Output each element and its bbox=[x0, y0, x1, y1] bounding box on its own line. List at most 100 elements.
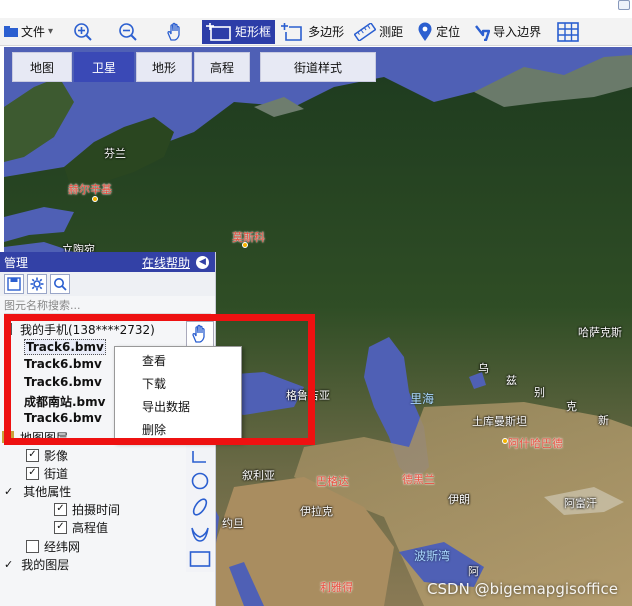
tree-graticule[interactable]: 经纬网 bbox=[26, 537, 80, 555]
rectangle-shape-icon bbox=[189, 551, 211, 567]
tree-my-layers[interactable]: ✓ 我的图层 bbox=[4, 555, 69, 573]
pan-hand-button[interactable] bbox=[186, 321, 214, 347]
corner-chip[interactable] bbox=[618, 0, 630, 10]
measure-distance-button[interactable]: 测距 bbox=[350, 20, 407, 44]
online-help-link[interactable]: 在线帮助 bbox=[142, 254, 190, 271]
label-kg-2: 克 bbox=[566, 400, 577, 413]
grid-button[interactable] bbox=[553, 20, 586, 44]
watermark: CSDN @bigemapgisoffice bbox=[427, 580, 618, 598]
gear-icon bbox=[30, 277, 44, 291]
tree-imagery[interactable]: ✓ 影像 bbox=[26, 446, 68, 464]
polygon-select-button[interactable]: 多边形 bbox=[277, 20, 348, 44]
menu-item-export-data[interactable]: 导出数据 bbox=[115, 395, 241, 418]
zoom-out-icon bbox=[118, 22, 138, 42]
my-layers-label: 我的图层 bbox=[21, 557, 70, 572]
label-afghanistan: 阿富汗 bbox=[564, 497, 597, 510]
main-toolbar: 文件 ▾ 矩形框 多边形 测距 定位 导入边界 bbox=[0, 18, 632, 46]
graticule-checkbox[interactable] bbox=[26, 539, 39, 553]
draw-ellipse-button[interactable] bbox=[186, 494, 214, 520]
save-button[interactable] bbox=[4, 274, 24, 294]
graticule-label: 经纬网 bbox=[44, 539, 81, 554]
label-iran: 伊朗 bbox=[448, 493, 470, 506]
location-pin-icon bbox=[417, 22, 433, 42]
shoot-time-label: 拍摄时间 bbox=[72, 502, 121, 517]
rectangle-select-icon bbox=[206, 22, 232, 41]
label-uz-2: 兹 bbox=[506, 374, 517, 387]
locate-label: 定位 bbox=[436, 25, 461, 39]
label-moscow: 莫斯科 bbox=[232, 231, 265, 244]
panel-toolbar bbox=[0, 272, 215, 296]
label-syria: 叙利亚 bbox=[242, 469, 275, 482]
draw-rectangle-button[interactable] bbox=[186, 546, 214, 572]
polyline-shape-icon bbox=[192, 451, 206, 463]
other-props-label: 其他属性 bbox=[23, 484, 72, 499]
file-menu-button[interactable]: 文件 ▾ bbox=[0, 20, 57, 44]
tree-streets[interactable]: ✓ 街道 bbox=[26, 464, 68, 482]
zoom-in-button[interactable] bbox=[69, 20, 100, 44]
tree-elevation[interactable]: ✓ 高程值 bbox=[54, 518, 108, 536]
search-button[interactable] bbox=[50, 274, 70, 294]
rectangle-select-button[interactable]: 矩形框 bbox=[202, 19, 276, 44]
tab-terrain[interactable]: 地形 bbox=[136, 52, 192, 82]
elevation-label: 高程值 bbox=[72, 520, 109, 535]
search-icon bbox=[54, 278, 67, 291]
city-dot bbox=[92, 196, 98, 202]
panel-title: 管理 bbox=[4, 255, 29, 270]
track-item[interactable]: Track6.bmv bbox=[24, 339, 106, 355]
shoot-time-checkbox[interactable]: ✓ bbox=[54, 502, 67, 516]
tree-shoot-time[interactable]: ✓ 拍摄时间 bbox=[54, 500, 120, 518]
import-boundary-icon bbox=[474, 23, 491, 41]
label-jordan: 约旦 bbox=[222, 517, 244, 530]
label-baghdad: 巴格达 bbox=[316, 475, 349, 488]
tree-map-layers[interactable]: 地图图层 bbox=[2, 428, 68, 446]
polygon-select-label: 多边形 bbox=[308, 25, 345, 39]
draw-line-button[interactable] bbox=[186, 442, 214, 468]
label-turkmenistan: 土库曼斯坦 bbox=[472, 415, 527, 428]
pan-hand-icon bbox=[192, 324, 205, 343]
zoom-out-button[interactable] bbox=[114, 20, 145, 44]
track-item[interactable]: Track6.bmv bbox=[24, 411, 102, 425]
draw-circle-button[interactable] bbox=[186, 468, 214, 494]
tree-other-props[interactable]: ✓ 其他属性 bbox=[4, 482, 71, 500]
streets-checkbox[interactable]: ✓ bbox=[26, 466, 39, 480]
locate-button[interactable]: 定位 bbox=[413, 20, 464, 44]
menu-item-view[interactable]: 查看 bbox=[115, 349, 241, 372]
menu-item-download[interactable]: 下载 bbox=[115, 372, 241, 395]
device-icon bbox=[4, 323, 12, 335]
polygon-select-icon bbox=[281, 22, 305, 41]
panel-header: 管理 在线帮助 ◀ bbox=[0, 252, 215, 272]
grid-icon bbox=[557, 21, 579, 42]
track-item[interactable]: Track6.bmv bbox=[24, 357, 102, 371]
tab-map[interactable]: 地图 bbox=[12, 52, 72, 82]
track-item[interactable]: Track6.bmv bbox=[24, 375, 102, 389]
tab-elevation[interactable]: 高程 bbox=[194, 52, 250, 82]
shape-tools bbox=[186, 442, 214, 572]
label-riyadh: 利雅得 bbox=[320, 581, 353, 594]
label-finland: 芬兰 bbox=[104, 147, 126, 160]
context-menu: 查看 下载 导出数据 删除 bbox=[114, 346, 242, 442]
import-boundary-button[interactable]: 导入边界 bbox=[470, 20, 545, 44]
label-persian-gulf: 波斯湾 bbox=[414, 549, 451, 563]
ruler-icon bbox=[354, 22, 377, 41]
my-phone-label: 我的手机(138****2732) bbox=[20, 322, 155, 337]
pan-button[interactable] bbox=[161, 20, 192, 44]
imagery-checkbox[interactable]: ✓ bbox=[26, 448, 39, 462]
streets-label: 街道 bbox=[44, 466, 69, 481]
settings-button[interactable] bbox=[27, 274, 47, 294]
label-ashgabat: 阿什哈巴德 bbox=[508, 437, 563, 450]
collapse-panel-button[interactable]: ◀ bbox=[196, 255, 209, 269]
menu-item-delete[interactable]: 删除 bbox=[115, 418, 241, 441]
save-icon bbox=[7, 277, 21, 291]
label-kazakhstan: 哈萨克斯 bbox=[578, 326, 622, 339]
draw-arc-button[interactable] bbox=[186, 520, 214, 546]
city-dot bbox=[242, 242, 248, 248]
import-boundary-label: 导入边界 bbox=[493, 25, 542, 39]
label-helsinki: 赫尔辛基 bbox=[68, 183, 112, 196]
tab-satellite[interactable]: 卫星 bbox=[74, 52, 134, 82]
tree-my-phone[interactable]: 我的手机(138****2732) bbox=[4, 320, 155, 338]
track-item[interactable]: 成都南站.bmv bbox=[24, 393, 105, 410]
city-dot bbox=[502, 438, 508, 444]
feature-search-input[interactable]: 图元名称搜索... bbox=[4, 296, 211, 314]
elevation-checkbox[interactable]: ✓ bbox=[54, 520, 67, 534]
tab-street-style[interactable]: 街道样式 bbox=[260, 52, 376, 82]
